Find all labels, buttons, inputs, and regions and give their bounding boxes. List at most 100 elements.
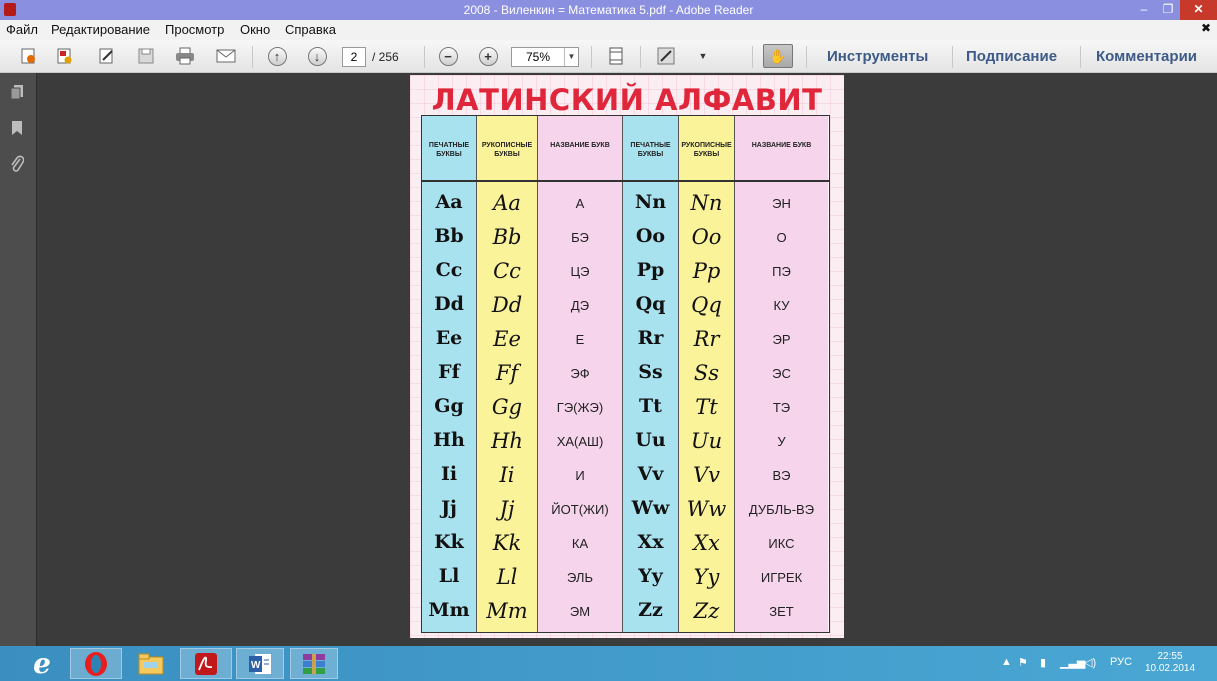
full-screen-icon[interactable] [655, 45, 677, 67]
page-number-input[interactable]: 2 [342, 47, 366, 67]
letter-name: ВЭ [772, 468, 791, 483]
letter-name: КА [571, 536, 589, 551]
fit-page-icon[interactable] [605, 45, 627, 67]
script-letter: Kk [492, 531, 522, 555]
letter-name: КУ [773, 298, 790, 313]
script-letter: Uu [690, 429, 723, 453]
page-total: / 256 [372, 50, 399, 64]
script-letter: Ll [496, 565, 518, 589]
next-page-button[interactable]: ↓ [306, 45, 328, 67]
internet-explorer-icon[interactable]: e [20, 647, 64, 680]
script-letter: Ww [686, 497, 727, 521]
script-letter: Vv [692, 463, 721, 487]
restore-button[interactable]: ❐ [1156, 0, 1180, 20]
printed-letter: Oo [635, 225, 666, 247]
toolbar-divider [806, 46, 807, 68]
script-letter: Nn [690, 191, 723, 215]
print-icon[interactable] [174, 45, 196, 67]
comment-panel-link[interactable]: Комментарии [1096, 48, 1197, 65]
header-divider [422, 180, 829, 182]
script-letter: Bb [492, 225, 522, 249]
toolbar: ↑ ↓ 2 / 256 − + 75% ▼ ▼ ✋ Инструменты По… [0, 40, 1217, 73]
menu-edit[interactable]: Редактирование [51, 22, 150, 37]
clock-date: 10.02.2014 [1144, 663, 1196, 674]
letter-name: ИГРЕК [760, 570, 803, 585]
sign-panel-link[interactable]: Подписание [966, 48, 1057, 65]
show-hidden-icons-icon[interactable]: ▲ [1001, 656, 1012, 668]
arrow-down-icon: ↓ [307, 46, 327, 66]
more-tools-chevron-icon[interactable]: ▼ [692, 45, 714, 67]
printed-letter: Jj [441, 497, 457, 519]
save-icon[interactable] [135, 45, 157, 67]
script-letter: Ee [493, 327, 521, 351]
printed-letter: Ww [631, 497, 670, 519]
printed-letter: Uu [635, 429, 666, 451]
file-explorer-icon[interactable] [128, 648, 174, 679]
volume-icon[interactable]: ◁) [1084, 656, 1096, 669]
table-column: НАЗВАНИЕ БУКВ ЭН О ПЭ КУ ЭР ЭС ТЭ У ВЭ ДУБЛЬ-ВЭ ИКС… [735, 116, 828, 632]
printed-letter: Bb [434, 225, 464, 247]
script-letter: Rr [693, 327, 720, 351]
chevron-down-icon[interactable]: ▼ [564, 48, 578, 66]
toolbar-divider [591, 46, 592, 68]
script-letter: Aa [493, 191, 521, 215]
menu-window[interactable]: Окно [240, 22, 270, 37]
export-pdf-icon[interactable] [53, 45, 75, 67]
close-document-icon[interactable]: ✖ [1201, 21, 1211, 35]
column-header: НАЗВАНИЕ БУКВ [751, 142, 812, 149]
plus-icon: + [478, 46, 498, 66]
printed-letter: Ff [438, 361, 460, 383]
menu-help[interactable]: Справка [285, 22, 336, 37]
page-thumbnails-icon[interactable] [9, 83, 25, 101]
printed-letter: Mm [428, 599, 470, 621]
menu-view[interactable]: Просмотр [165, 22, 224, 37]
toolbar-divider [1080, 46, 1081, 68]
table-column: РУКОПИСНЫЕ БУКВЫ Nn Oo Pp Qq Rr Ss Tt Uu Vv Ww Xx Yy… [679, 116, 735, 632]
zoom-select[interactable]: 75% ▼ [511, 47, 579, 67]
letter-name: А [575, 196, 585, 211]
letter-name: ЭМ [569, 604, 591, 619]
opera-icon[interactable] [70, 648, 122, 679]
hand-tool-button[interactable]: ✋ [763, 44, 793, 68]
printed-letter: Gg [434, 395, 464, 417]
zoom-in-button[interactable]: + [477, 45, 499, 67]
clock[interactable]: 22:55 10.02.2014 [1140, 651, 1200, 675]
script-letter: Qq [691, 293, 722, 317]
letter-name: БЭ [571, 230, 589, 245]
create-pdf-icon[interactable] [17, 45, 39, 67]
winrar-icon[interactable] [290, 648, 338, 679]
script-letter: Hh [491, 429, 523, 453]
letter-name: ЭН [772, 196, 791, 211]
table-column: ПЕЧАТНЫЕ БУКВЫ Nn Oo Pp Qq Rr Ss Tt Uu Vv Ww Xx Yy Zz [623, 116, 679, 632]
script-letter: Gg [491, 395, 523, 419]
svg-text:W: W [251, 660, 261, 671]
menu-file[interactable]: Файл [6, 22, 38, 37]
bookmark-icon[interactable] [9, 119, 25, 137]
minimize-button[interactable]: – [1132, 0, 1156, 20]
network-icon[interactable]: ▮ [1040, 656, 1046, 669]
script-letter: Ii [499, 463, 515, 487]
signal-icon[interactable]: ▁▃▅ [1060, 656, 1085, 669]
printed-letter: Tt [639, 395, 662, 417]
window-title: 2008 - Виленкин = Математика 5.pdf - Ado… [463, 3, 754, 17]
printed-letter: Ll [438, 565, 460, 587]
input-language[interactable]: РУС [1110, 656, 1132, 668]
previous-page-button[interactable]: ↑ [266, 45, 288, 67]
letter-name: ХА(АШ) [556, 434, 604, 449]
alphabet-table: ПЕЧАТНЫЕ БУКВЫ Aa Bb Cc Dd Ee Ff Gg Hh Ii Jj Kk Ll Mm… [421, 115, 830, 633]
email-icon[interactable] [215, 45, 237, 67]
letter-name: ЭС [772, 366, 791, 381]
script-letter: Xx [693, 531, 720, 555]
word-icon[interactable]: W [236, 648, 284, 679]
letter-name: ГЭ(ЖЭ) [556, 400, 604, 415]
printed-letter: Cc [435, 259, 463, 281]
zoom-out-button[interactable]: − [437, 45, 459, 67]
printed-letter: Hh [433, 429, 465, 451]
tools-panel-link[interactable]: Инструменты [827, 48, 928, 65]
close-button[interactable]: ✕ [1180, 0, 1217, 20]
adobe-reader-taskbar-icon[interactable] [180, 648, 232, 679]
attachment-icon[interactable] [9, 155, 25, 173]
letter-name: ЭР [772, 332, 791, 347]
action-center-flag-icon[interactable]: ⚑ [1018, 656, 1028, 669]
edit-pdf-icon[interactable] [95, 45, 117, 67]
